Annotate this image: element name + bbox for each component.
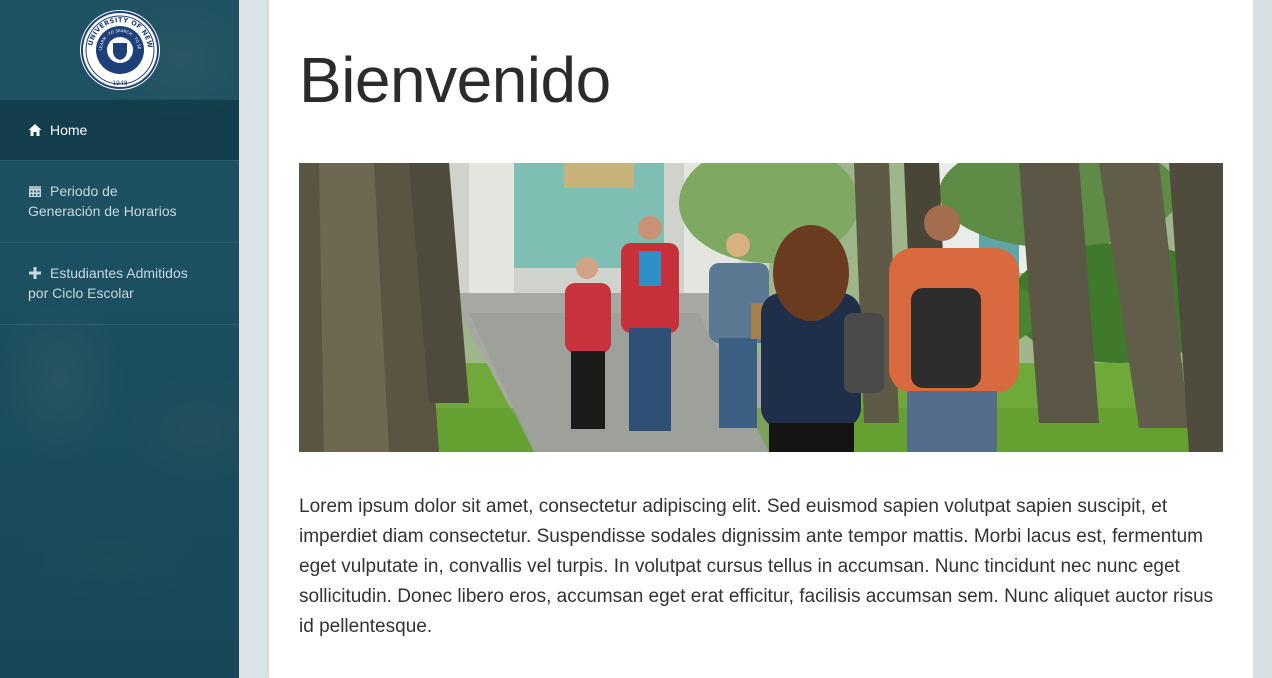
sidebar-item-label-line2: Generación de Horarios: [28, 203, 177, 219]
right-gutter: [1253, 0, 1272, 678]
seal-year: 1948: [112, 80, 127, 87]
sidebar-item-label: Home: [50, 122, 88, 138]
sidebar-item-label-line1: Periodo de: [50, 183, 118, 199]
page-title: Bienvenido: [299, 44, 611, 116]
sidebar-item-label-line1: Estudiantes Admitidos: [50, 265, 188, 281]
plus-icon: [29, 267, 41, 279]
calendar-icon: [29, 186, 41, 197]
main-content-card: Bienvenido Lorem ipsum dolor sit amet, c…: [269, 0, 1253, 678]
sidebar-item-home[interactable]: Home: [0, 99, 239, 160]
home-icon: [28, 124, 42, 136]
logo-area: STATE UNIVERSITY OF NEW YORK TO LEARN · …: [0, 0, 239, 99]
seal-icon: STATE UNIVERSITY OF NEW YORK TO LEARN · …: [80, 10, 159, 89]
sidebar-nav: Home Periodo de Generación de Horarios E…: [0, 99, 239, 325]
nav-divider: [0, 324, 239, 325]
sidebar-item-periodo-generacion-horarios[interactable]: Periodo de Generación de Horarios: [0, 160, 239, 242]
sidebar-item-estudiantes-admitidos[interactable]: Estudiantes Admitidos por Ciclo Escolar: [0, 242, 239, 324]
welcome-paragraph: Lorem ipsum dolor sit amet, consectetur …: [299, 496, 1214, 637]
sidebar: STATE UNIVERSITY OF NEW YORK TO LEARN · …: [0, 0, 239, 678]
hero-image-students-walking-campus: [299, 163, 1223, 452]
university-seal-logo[interactable]: STATE UNIVERSITY OF NEW YORK TO LEARN · …: [79, 9, 160, 90]
sidebar-item-label-line2: por Ciclo Escolar: [28, 285, 134, 301]
